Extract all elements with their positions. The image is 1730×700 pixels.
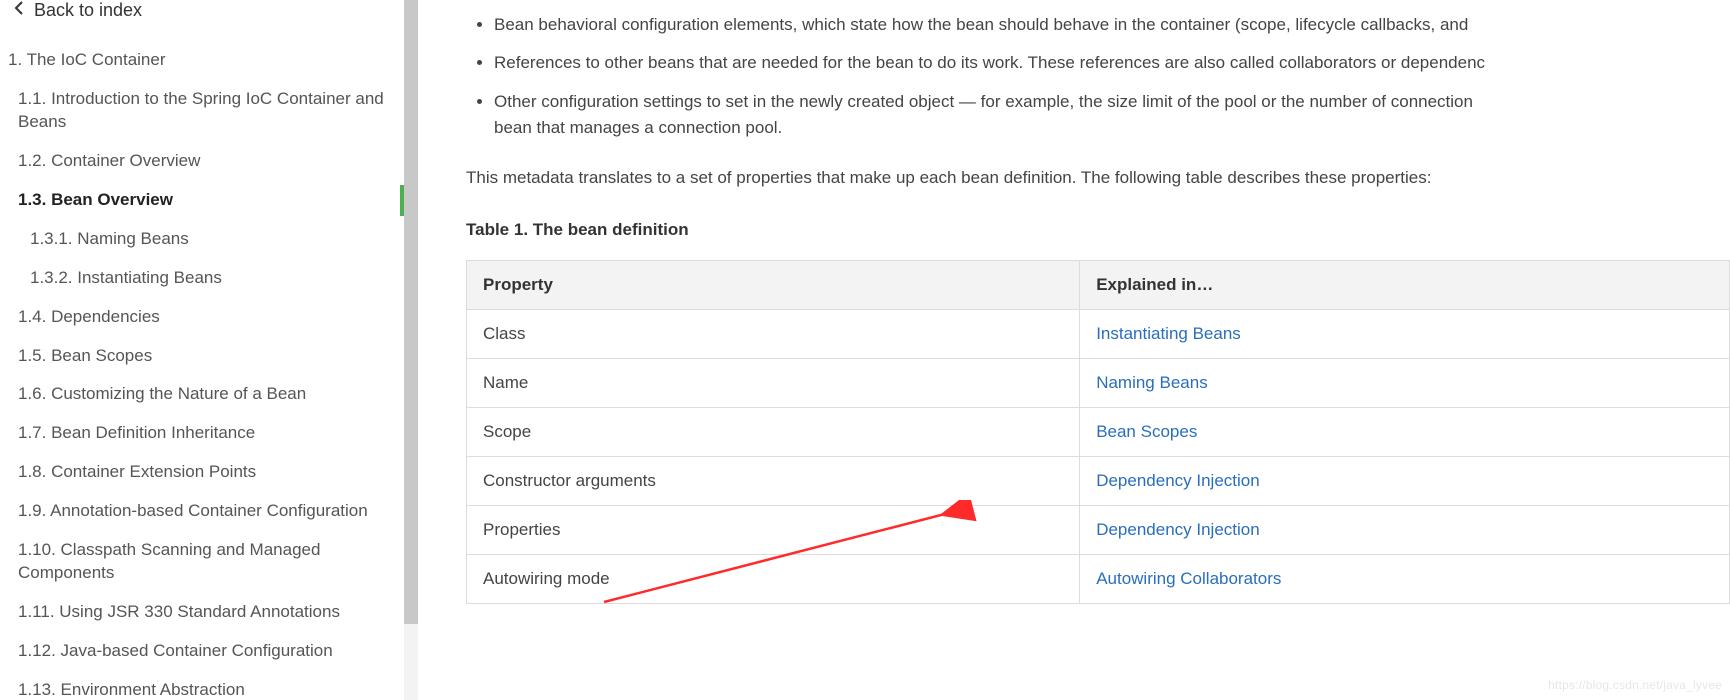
body-paragraph: This metadata translates to a set of pro…: [466, 165, 1730, 191]
link-cell: Naming Beans: [1080, 358, 1730, 407]
nav-label: 1.2. Container Overview: [18, 151, 200, 170]
link-cell: Bean Scopes: [1080, 407, 1730, 456]
table-row: Class Instantiating Beans: [467, 309, 1730, 358]
property-cell: Name: [467, 358, 1080, 407]
nav-label: 1.3.2. Instantiating Beans: [30, 268, 222, 287]
nav-label: 1.1. Introduction to the Spring IoC Cont…: [18, 89, 384, 131]
nav-label: 1. The IoC Container: [8, 50, 166, 69]
table-header-explained: Explained in…: [1080, 260, 1730, 309]
nav-item-naming-beans[interactable]: 1.3.1. Naming Beans: [8, 220, 400, 259]
table-row: Name Naming Beans: [467, 358, 1730, 407]
nav-item-customizing-nature[interactable]: 1.6. Customizing the Nature of a Bean: [8, 375, 400, 414]
nav-item-bean-definition-inheritance[interactable]: 1.7. Bean Definition Inheritance: [8, 414, 400, 453]
nav-item-annotation-config[interactable]: 1.9. Annotation-based Container Configur…: [8, 492, 400, 531]
doc-link-autowiring-collaborators[interactable]: Autowiring Collaborators: [1096, 569, 1281, 588]
nav-item-container-overview[interactable]: 1.2. Container Overview: [8, 142, 400, 181]
nav-label: 1.6. Customizing the Nature of a Bean: [18, 384, 306, 403]
sidebar-scrollbar-track[interactable]: [404, 0, 418, 700]
nav-item-bean-scopes[interactable]: 1.5. Bean Scopes: [8, 337, 400, 376]
chevron-left-icon: [12, 0, 28, 21]
bullet-text: References to other beans that are neede…: [494, 53, 1485, 72]
nav-item-jsr330[interactable]: 1.11. Using JSR 330 Standard Annotations: [8, 593, 400, 632]
link-cell: Dependency Injection: [1080, 456, 1730, 505]
nav-label: 1.8. Container Extension Points: [18, 462, 256, 481]
doc-link-dependency-injection[interactable]: Dependency Injection: [1096, 520, 1260, 539]
list-item: Other configuration settings to set in t…: [494, 89, 1730, 142]
nav-label: 1.10. Classpath Scanning and Managed Com…: [18, 540, 320, 582]
doc-link-naming-beans[interactable]: Naming Beans: [1096, 373, 1208, 392]
nav-label: 1.3. Bean Overview: [18, 190, 173, 209]
nav-label: 1.11. Using JSR 330 Standard Annotations: [18, 602, 340, 621]
doc-link-dependency-injection[interactable]: Dependency Injection: [1096, 471, 1260, 490]
sidebar: Back to index 1. The IoC Container 1.1. …: [0, 0, 418, 700]
link-cell: Autowiring Collaborators: [1080, 554, 1730, 603]
doc-link-instantiating-beans[interactable]: Instantiating Beans: [1096, 324, 1241, 343]
nav-item-instantiating-beans[interactable]: 1.3.2. Instantiating Beans: [8, 259, 400, 298]
nav-item-bean-overview[interactable]: 1.3. Bean Overview: [8, 181, 400, 220]
nav-item-dependencies[interactable]: 1.4. Dependencies: [8, 298, 400, 337]
bullet-text-line2: bean that manages a connection pool.: [494, 115, 1730, 141]
link-cell: Instantiating Beans: [1080, 309, 1730, 358]
bean-definition-table: Property Explained in… Class Instantiati…: [466, 260, 1730, 604]
table-header-row: Property Explained in…: [467, 260, 1730, 309]
property-cell: Properties: [467, 505, 1080, 554]
sidebar-scrollbar-thumb[interactable]: [404, 0, 418, 624]
table-row: Scope Bean Scopes: [467, 407, 1730, 456]
bullet-text: Other configuration settings to set in t…: [494, 92, 1473, 111]
bullet-text: Bean behavioral configuration elements, …: [494, 15, 1468, 34]
doc-link-bean-scopes[interactable]: Bean Scopes: [1096, 422, 1197, 441]
watermark-text: https://blog.csdn.net/java_lyvee: [1548, 678, 1722, 692]
nav-label: 1.4. Dependencies: [18, 307, 160, 326]
nav-label: 1.12. Java-based Container Configuration: [18, 641, 333, 660]
nav-label: 1.5. Bean Scopes: [18, 346, 152, 365]
nav-item-intro[interactable]: 1.1. Introduction to the Spring IoC Cont…: [8, 80, 400, 142]
nav-item-java-config[interactable]: 1.12. Java-based Container Configuration: [8, 632, 400, 671]
list-item: Bean behavioral configuration elements, …: [494, 12, 1730, 38]
property-cell: Autowiring mode: [467, 554, 1080, 603]
list-item: References to other beans that are neede…: [494, 50, 1730, 76]
property-cell: Class: [467, 309, 1080, 358]
property-cell: Scope: [467, 407, 1080, 456]
nav-label: 1.9. Annotation-based Container Configur…: [18, 501, 368, 520]
nav-label: 1.3.1. Naming Beans: [30, 229, 189, 248]
table-caption: Table 1. The bean definition: [466, 220, 1730, 240]
nav-item-classpath-scanning[interactable]: 1.10. Classpath Scanning and Managed Com…: [8, 531, 400, 593]
main-content: Bean behavioral configuration elements, …: [418, 0, 1730, 700]
back-to-index-link[interactable]: Back to index: [8, 0, 400, 41]
table-row: Properties Dependency Injection: [467, 505, 1730, 554]
table-header-property: Property: [467, 260, 1080, 309]
property-cell: Constructor arguments: [467, 456, 1080, 505]
table-row: Autowiring mode Autowiring Collaborators: [467, 554, 1730, 603]
nav-item-environment-abstraction[interactable]: 1.13. Environment Abstraction: [8, 671, 400, 700]
table-row: Constructor arguments Dependency Injecti…: [467, 456, 1730, 505]
link-cell: Dependency Injection: [1080, 505, 1730, 554]
nav-label: 1.7. Bean Definition Inheritance: [18, 423, 255, 442]
bullet-list: Bean behavioral configuration elements, …: [466, 12, 1730, 141]
nav-label: 1.13. Environment Abstraction: [18, 680, 245, 699]
nav-item-container-extension-points[interactable]: 1.8. Container Extension Points: [8, 453, 400, 492]
nav-item-ioc-container[interactable]: 1. The IoC Container: [8, 41, 400, 80]
back-label: Back to index: [34, 0, 142, 21]
